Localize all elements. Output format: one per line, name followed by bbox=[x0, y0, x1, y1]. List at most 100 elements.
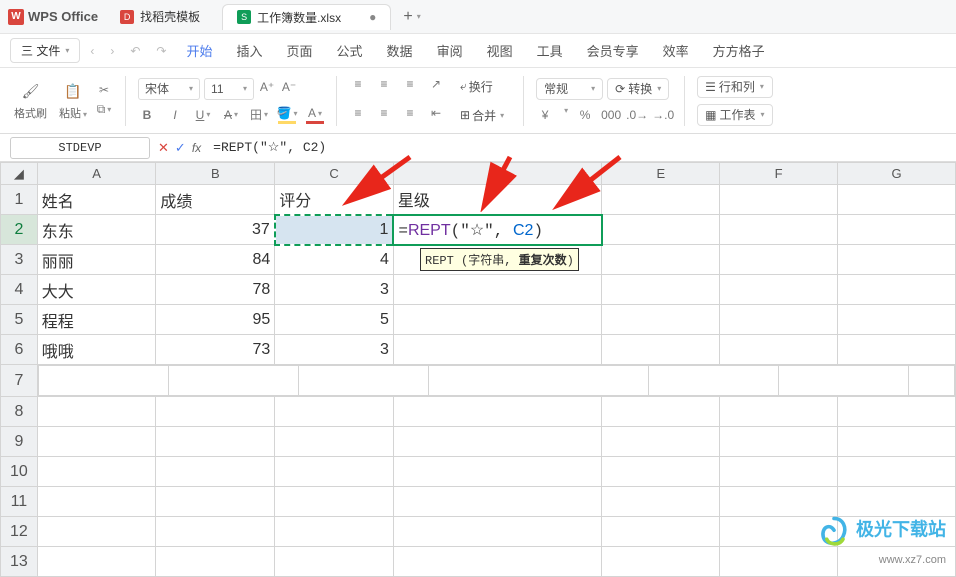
cell[interactable] bbox=[275, 457, 394, 487]
cell[interactable] bbox=[602, 397, 720, 427]
cell[interactable] bbox=[393, 517, 602, 547]
cell[interactable] bbox=[156, 457, 275, 487]
cell[interactable] bbox=[275, 517, 394, 547]
cell[interactable] bbox=[838, 335, 956, 365]
cell[interactable] bbox=[602, 185, 720, 215]
tab-more-dropdown-icon[interactable]: ▾ bbox=[417, 12, 421, 21]
cell[interactable] bbox=[720, 245, 838, 275]
select-all-corner[interactable]: ◢ bbox=[1, 163, 38, 185]
cell[interactable] bbox=[908, 366, 954, 396]
row-header[interactable]: 13 bbox=[1, 547, 38, 577]
font-size-select[interactable]: 11▾ bbox=[204, 78, 254, 100]
cell[interactable] bbox=[838, 275, 956, 305]
cell[interactable] bbox=[156, 517, 275, 547]
align-right-icon[interactable]: ≡ bbox=[401, 104, 419, 122]
cell[interactable]: 程程 bbox=[37, 305, 156, 335]
convert-button[interactable]: ⟳转换▾ bbox=[607, 78, 669, 100]
col-header-G[interactable]: G bbox=[838, 163, 956, 185]
cell[interactable] bbox=[720, 335, 838, 365]
cell[interactable] bbox=[838, 215, 956, 245]
menu-data[interactable]: 数据 bbox=[377, 38, 423, 63]
cell[interactable] bbox=[602, 517, 720, 547]
cell[interactable]: 哦哦 bbox=[37, 335, 156, 365]
row-header[interactable]: 9 bbox=[1, 427, 38, 457]
cell[interactable] bbox=[602, 487, 720, 517]
col-header-E[interactable]: E bbox=[602, 163, 720, 185]
decrease-decimal-icon[interactable]: →.0 bbox=[654, 106, 672, 124]
cell[interactable]: 95 bbox=[156, 305, 275, 335]
align-top-icon[interactable]: ≡ bbox=[349, 75, 367, 93]
italic-icon[interactable]: I bbox=[166, 106, 184, 124]
cell[interactable] bbox=[275, 547, 394, 577]
cell[interactable] bbox=[393, 275, 602, 305]
cell[interactable] bbox=[720, 185, 838, 215]
comma-icon[interactable]: 000 bbox=[602, 106, 620, 124]
cell[interactable] bbox=[602, 305, 720, 335]
tab-template-store[interactable]: D 找稻壳模板 bbox=[106, 4, 214, 30]
tab-add-button[interactable]: + bbox=[403, 8, 412, 26]
cell[interactable] bbox=[38, 366, 168, 396]
wrap-text-button[interactable]: ⤶换行 bbox=[453, 75, 500, 98]
percent-icon[interactable]: % bbox=[576, 106, 594, 124]
bold-icon[interactable]: B bbox=[138, 106, 156, 124]
cell[interactable] bbox=[720, 397, 838, 427]
underline-icon[interactable]: U▾ bbox=[194, 106, 212, 124]
decrease-font-icon[interactable]: A⁻ bbox=[280, 78, 298, 96]
cell[interactable] bbox=[778, 366, 908, 396]
menu-member[interactable]: 会员专享 bbox=[577, 38, 649, 63]
row-header[interactable]: 4 bbox=[1, 275, 38, 305]
cell[interactable] bbox=[37, 427, 156, 457]
cell[interactable]: 78 bbox=[156, 275, 275, 305]
paste-icon[interactable]: 📋 bbox=[62, 81, 84, 103]
history-back-icon[interactable]: ‹ bbox=[84, 44, 100, 58]
tab-workbook[interactable]: S 工作簿数量.xlsx ● bbox=[222, 4, 391, 30]
cell[interactable] bbox=[37, 487, 156, 517]
menu-formula[interactable]: 公式 bbox=[327, 38, 373, 63]
cell[interactable]: 37 bbox=[156, 215, 275, 245]
fill-color-icon[interactable]: 🪣▾ bbox=[278, 106, 296, 124]
cell[interactable]: 星级 bbox=[393, 185, 602, 215]
cell[interactable] bbox=[602, 547, 720, 577]
cell-editing[interactable]: =REPT("☆", C2) bbox=[393, 215, 602, 245]
cell[interactable] bbox=[602, 427, 720, 457]
cell[interactable] bbox=[275, 487, 394, 517]
font-color-icon[interactable]: A▾ bbox=[306, 106, 324, 124]
name-box[interactable]: STDEVP bbox=[10, 137, 150, 159]
cell[interactable] bbox=[838, 487, 956, 517]
col-header-F[interactable]: F bbox=[720, 163, 838, 185]
formula-accept-icon[interactable]: ✓ bbox=[175, 140, 186, 156]
row-header[interactable]: 3 bbox=[1, 245, 38, 275]
cell[interactable] bbox=[156, 487, 275, 517]
col-header-A[interactable]: A bbox=[37, 163, 156, 185]
row-header[interactable]: 8 bbox=[1, 397, 38, 427]
align-center-icon[interactable]: ≡ bbox=[375, 104, 393, 122]
cell[interactable]: 84 bbox=[156, 245, 275, 275]
cell[interactable]: 评分 bbox=[275, 185, 394, 215]
cell[interactable] bbox=[720, 487, 838, 517]
font-name-select[interactable]: 宋体▾ bbox=[138, 78, 200, 100]
cell[interactable]: 3 bbox=[275, 335, 394, 365]
cell[interactable] bbox=[393, 487, 602, 517]
cell[interactable] bbox=[720, 305, 838, 335]
cell[interactable] bbox=[602, 335, 720, 365]
cell[interactable] bbox=[156, 547, 275, 577]
cell[interactable] bbox=[602, 215, 720, 245]
cell[interactable] bbox=[838, 427, 956, 457]
formula-input[interactable]: =REPT("☆", C2) bbox=[209, 140, 946, 155]
cell[interactable] bbox=[720, 215, 838, 245]
orientation-icon[interactable]: ↗ bbox=[427, 75, 445, 93]
currency-icon[interactable]: ¥ bbox=[536, 106, 554, 124]
cell[interactable] bbox=[838, 457, 956, 487]
col-header-C[interactable]: C bbox=[275, 163, 394, 185]
number-format-select[interactable]: 常规▾ bbox=[536, 78, 603, 100]
col-header-B[interactable]: B bbox=[156, 163, 275, 185]
indent-icon[interactable]: ⇤ bbox=[427, 104, 445, 122]
menu-fangfang[interactable]: 方方格子 bbox=[703, 38, 775, 63]
row-header[interactable]: 7 bbox=[1, 365, 38, 397]
strike-icon[interactable]: A▾ bbox=[222, 106, 240, 124]
increase-font-icon[interactable]: A⁺ bbox=[258, 78, 276, 96]
align-bottom-icon[interactable]: ≡ bbox=[401, 75, 419, 93]
menu-insert[interactable]: 插入 bbox=[227, 38, 273, 63]
row-col-button[interactable]: ☰行和列▾ bbox=[697, 76, 772, 98]
row-header[interactable]: 12 bbox=[1, 517, 38, 547]
